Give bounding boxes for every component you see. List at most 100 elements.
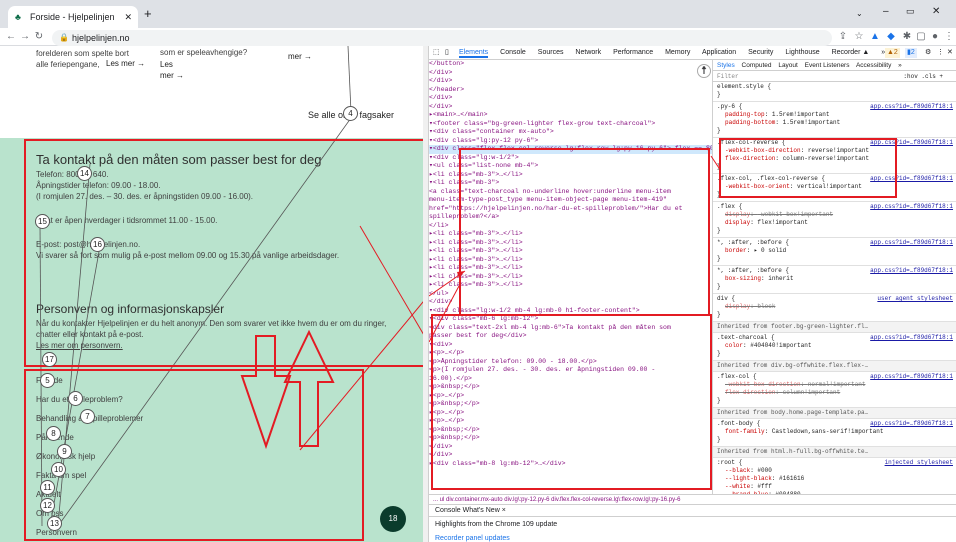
rule-close: } <box>717 350 721 357</box>
annotation-box-flex-col-reverse <box>719 138 897 198</box>
css-colon: : <box>771 475 780 482</box>
css-property-name: -webkit-box-direction <box>725 381 801 388</box>
style-rule[interactable]: app.css?id=…f89d67f18:1 .flex-col {-webki… <box>713 372 956 408</box>
marker-4: 4 <box>343 106 358 121</box>
whats-new-item[interactable]: Recorder panel updates <box>435 535 510 542</box>
rule-close: } <box>717 255 721 262</box>
rule-close: } <box>717 311 721 318</box>
css-colon: : <box>764 111 772 118</box>
marker-14: 14 <box>77 166 92 181</box>
marker-7: 7 <box>80 409 95 424</box>
sidepanel-icon[interactable]: ▢ <box>914 30 928 44</box>
tab-active[interactable]: ♣ Forside - Hjelpelinjen ✕ <box>8 6 138 28</box>
extension-shield-icon[interactable]: ◆ <box>884 30 898 44</box>
subtab-computed[interactable]: Computed <box>742 62 772 69</box>
css-declaration[interactable]: -webkit-box-direction: normal!important <box>717 381 953 389</box>
css-declaration[interactable]: color: #404040!important <box>717 342 953 350</box>
marker-16: 16 <box>90 237 105 252</box>
drawer-tabs[interactable]: Console What's New × <box>429 505 956 517</box>
tab-recorder[interactable]: Recorder ▲ <box>832 49 870 56</box>
style-rule[interactable]: app.css?id=…f89d67f18:1 .text-charcoal {c… <box>713 333 956 361</box>
star-icon[interactable]: ☆ <box>852 30 866 44</box>
style-rule[interactable]: app.css?id=…f89d67f18:1 *, :after, :befor… <box>713 266 956 294</box>
inherited-header: Inherited from footer.bg-green-lighter.f… <box>713 322 956 333</box>
css-colon: : <box>775 119 783 126</box>
rule-close: } <box>717 436 721 443</box>
marker-13: 13 <box>47 516 62 531</box>
rule-source-link[interactable]: app.css?id=…f89d67f18:1 <box>870 373 953 381</box>
chat-fab-button[interactable]: 18 <box>380 506 406 532</box>
rule-source-link[interactable]: user agent stylesheet <box>877 295 953 303</box>
rule-source-link[interactable]: injected stylesheet <box>885 459 953 467</box>
inherited-header: Inherited from div.bg-offwhite.flex.flex… <box>713 361 956 372</box>
rule-close: } <box>717 397 721 404</box>
forward-icon[interactable]: → <box>18 30 32 44</box>
reload-icon[interactable]: ↻ <box>32 30 46 44</box>
style-rule[interactable]: app.css?id=…f89d67f18:1 .flex {display: -… <box>713 202 956 238</box>
css-declaration[interactable]: flex-direction: column!important <box>717 389 953 397</box>
menu-icon[interactable]: ⋮ <box>942 30 956 44</box>
chevron-down-icon[interactable]: ⌄ <box>856 9 863 18</box>
css-colon: : <box>764 428 772 435</box>
rule-close: } <box>717 91 721 98</box>
css-declaration[interactable]: display: block <box>717 303 953 311</box>
css-declaration[interactable]: --light-black: #161616 <box>717 475 953 483</box>
css-property-value: 1.5rem!important <box>782 119 841 126</box>
css-property-name: font-family <box>725 428 765 435</box>
marker-11: 11 <box>40 480 55 495</box>
marker-5: 5 <box>40 373 55 388</box>
subtab-accessibility[interactable]: Accessibility <box>856 62 891 69</box>
subtab-more[interactable]: » <box>898 62 902 69</box>
settings-icon[interactable]: ⚙ <box>925 46 931 60</box>
css-declaration[interactable]: --white: #fff <box>717 483 953 491</box>
info-count[interactable]: ▮2 <box>905 48 917 58</box>
subtab-event-listeners[interactable]: Event Listeners <box>805 62 850 69</box>
extensions-icon[interactable]: ✱ <box>900 30 914 44</box>
style-rule[interactable]: element.style {} <box>713 82 956 102</box>
style-rule[interactable]: app.css?id=…f89d67f18:1 .py-6 {padding-to… <box>713 102 956 138</box>
web-page: forelderen som spelte bort alle feriepen… <box>0 46 428 542</box>
style-rule[interactable]: app.css?id=…f89d67f18:1 *, :after, :befor… <box>713 238 956 266</box>
css-property-value: #fff <box>757 483 772 490</box>
css-property-name: padding-top <box>725 111 765 118</box>
warning-count[interactable]: ▲2 <box>885 48 900 58</box>
css-property-value: normal!important <box>807 381 866 388</box>
close-devtools-icon[interactable]: ✕ <box>947 46 953 60</box>
css-declaration[interactable]: font-family: Castledown,sans-serif!impor… <box>717 428 953 436</box>
url-text: hjelpelinjen.no <box>72 33 130 43</box>
style-rule[interactable]: injected stylesheet:root {--black: #000-… <box>713 458 956 494</box>
rule-source-link[interactable]: app.css?id=…f89d67f18:1 <box>870 334 953 342</box>
style-rule[interactable]: user agent stylesheet div {display: block… <box>713 294 956 322</box>
subtab-layout[interactable]: Layout <box>778 62 798 69</box>
css-declaration[interactable]: display: -webkit-box!important <box>717 211 953 219</box>
css-declaration[interactable]: padding-bottom: 1.5rem!important <box>717 119 953 127</box>
tab-security[interactable]: Security <box>748 49 773 56</box>
rule-source-link[interactable]: app.css?id=…f89d67f18:1 <box>870 267 953 275</box>
rule-source-link[interactable]: app.css?id=…f89d67f18:1 <box>870 420 953 428</box>
extension-a-icon[interactable]: ▲ <box>868 30 882 44</box>
css-declaration[interactable]: display: flex!important <box>717 219 953 227</box>
tab-close-icon[interactable]: ✕ <box>124 6 132 28</box>
kebab-icon[interactable]: ⋮ <box>937 46 944 60</box>
rule-source-link[interactable]: app.css?id=…f89d67f18:1 <box>870 103 953 111</box>
close-window-icon[interactable]: ✕ <box>932 6 940 17</box>
css-declaration[interactable]: padding-top: 1.5rem!important <box>717 111 953 119</box>
new-tab-button[interactable]: + <box>144 6 152 22</box>
style-rule[interactable]: app.css?id=…f89d67f18:1 .font-body {font-… <box>713 419 956 447</box>
css-declaration[interactable]: --black: #000 <box>717 467 953 475</box>
rule-source-link[interactable]: app.css?id=…f89d67f18:1 <box>870 239 953 247</box>
rule-source-link[interactable]: app.css?id=…f89d67f18:1 <box>870 203 953 211</box>
styles-filter-buttons[interactable]: :hov .cls + <box>903 71 943 82</box>
css-property-value: #404040!important <box>750 342 812 349</box>
address-bar[interactable]: 🔒 hjelpelinjen.no <box>52 30 832 46</box>
profile-icon[interactable]: ● <box>928 30 942 44</box>
minimize-icon[interactable]: – <box>883 6 889 17</box>
css-declaration[interactable]: box-sizing: inherit <box>717 275 953 283</box>
share-icon[interactable]: ⇪ <box>836 30 850 44</box>
maximize-icon[interactable]: ▭ <box>906 6 915 17</box>
css-property-name: padding-bottom <box>725 119 776 126</box>
css-declaration[interactable]: border: ▸ 0 solid <box>717 247 953 255</box>
back-icon[interactable]: ← <box>4 30 18 44</box>
dom-breadcrumb[interactable]: ... ul div.container.mx-auto div.lg\:py-… <box>429 494 956 504</box>
tab-lighthouse[interactable]: Lighthouse <box>785 49 819 56</box>
